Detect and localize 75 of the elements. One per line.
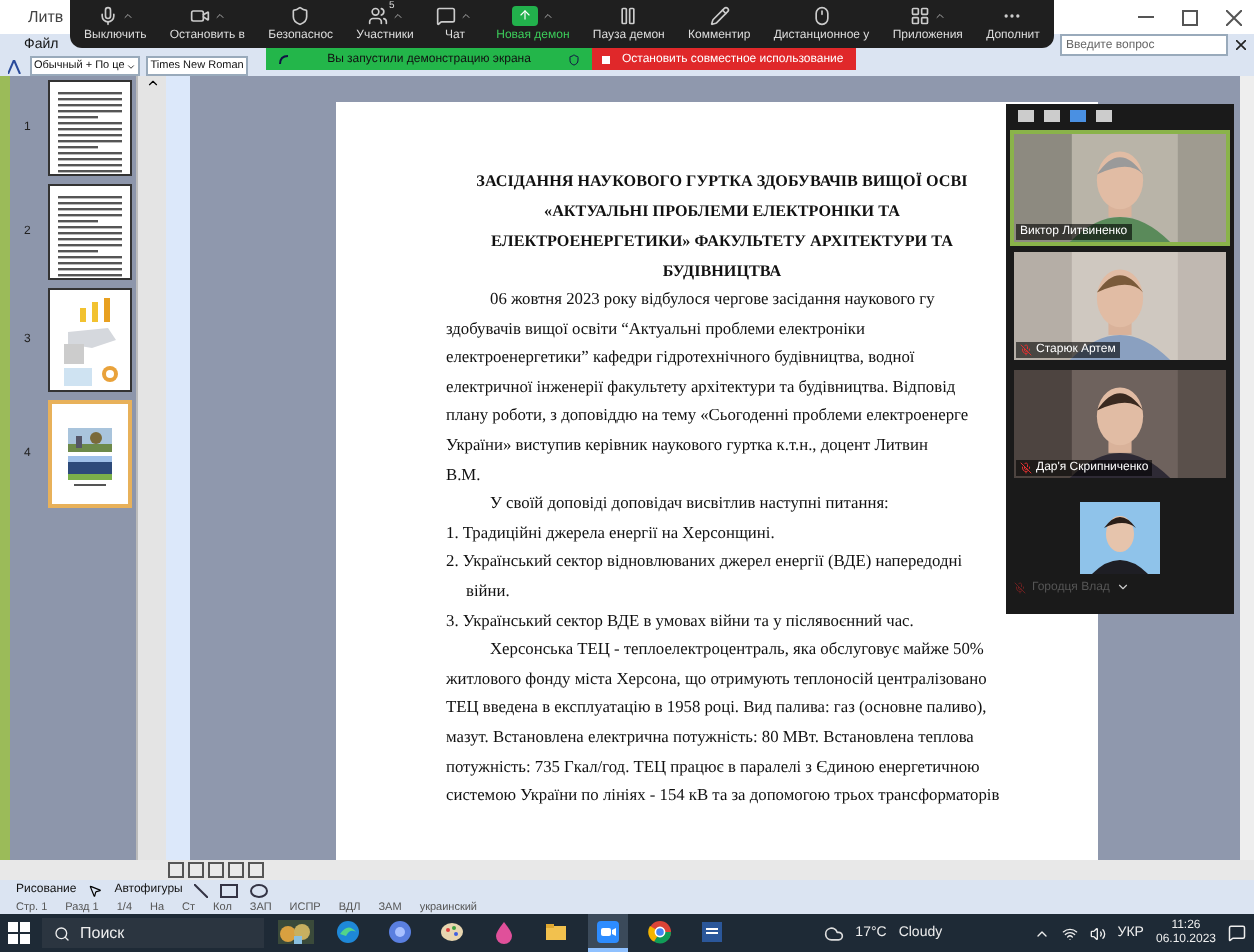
text-line: здобувачів вищої освіти “Актуальні проблеми електроніки: [446, 319, 865, 338]
text-line: житлового фонду міста Херсона, що отримують теплоносій централізовано: [446, 669, 987, 688]
maximize-icon[interactable]: [1182, 9, 1198, 25]
pause-icon: [618, 5, 639, 25]
text-line: 1. Традиційні джерела енергії на Херсонщині.: [446, 523, 775, 542]
caret-icon: [121, 9, 134, 21]
heading-line: ЗАСІДАННЯ НАУКОВОГО ГУРТКА ЗДОБУВАЧІВ ВИЩОЇ ОСВІ: [476, 172, 968, 190]
shield-icon: [568, 53, 580, 65]
caption-line-icon: [74, 483, 106, 487]
wave-logo-icon: [336, 919, 360, 943]
text-line: 2. Український сектор відновлюваних джерел енергії (ВДЕ) напередодні: [446, 552, 963, 571]
text-line: електроенергетики” кафедри гідротехнічного будівництва, водної: [446, 348, 915, 367]
cloud-icon: [823, 923, 844, 943]
scrollbar[interactable]: [1240, 76, 1254, 860]
camera-logo-icon: [596, 919, 620, 943]
page-thumbnail[interactable]: [48, 184, 132, 280]
text-line: 06 жовтня 2023 року відбулося чергове засідання наукового гу: [490, 290, 935, 308]
document-app-icon: [700, 919, 724, 943]
globe-icon: [388, 919, 412, 943]
text-line: В.М.: [446, 465, 481, 484]
heading-line: «АКТУАЛЬНІ ПРОБЛЕМИ ЕЛЕКТРОНІКИ ТА: [544, 202, 900, 220]
search-icon: [54, 925, 70, 941]
shield-icon: [290, 5, 311, 25]
text-line: системою України по лініях - 154 кВ та за допомогою трьох трансформаторів: [446, 786, 1000, 805]
caret-icon: [391, 9, 403, 21]
text-line: 3. Український сектор ВДЕ в умовах війни та у післявоєнний час.: [446, 611, 914, 630]
rectangle-tool-icon[interactable]: [220, 883, 239, 897]
text-line: ТЕЦ введена в експлуатацію в 1958 році. Вид палива: газ (основне паливо),: [446, 698, 987, 717]
styles-icon[interactable]: [8, 59, 24, 73]
search-field[interactable]: Поиск: [42, 918, 264, 948]
chat-bubble-icon: [436, 5, 457, 25]
scrollbar[interactable]: [136, 76, 166, 860]
scroll-up-icon[interactable]: [145, 76, 159, 90]
caret-icon: [460, 9, 473, 21]
windows-logo-icon[interactable]: [8, 922, 30, 944]
page-thumbnail[interactable]: [48, 400, 132, 508]
text-line: Херсонська ТЕЦ - теплоелектроцентраль, яка обслуговує майже 50%: [490, 640, 984, 659]
caret-icon: [213, 9, 226, 21]
people-icon: [367, 5, 387, 25]
microphone-icon: [97, 5, 118, 25]
window-title: Литв: [28, 8, 64, 26]
signal-icon: [278, 53, 290, 65]
grid-icon: [909, 5, 930, 25]
caret-icon: [541, 9, 554, 21]
notification-icon[interactable]: [1228, 924, 1247, 942]
network-icon[interactable]: [1061, 925, 1078, 941]
heading-line: БУДІВНИЦТВА: [662, 262, 782, 280]
line-tool-icon[interactable]: [194, 883, 209, 897]
page-thumbnail[interactable]: [48, 288, 132, 392]
taskbar-app[interactable]: [588, 914, 628, 952]
folder-icon: [544, 919, 568, 943]
pencil-icon: [709, 5, 730, 25]
chevron-down-icon[interactable]: [1115, 580, 1130, 594]
caret-icon: [933, 9, 946, 21]
text-line: України» виступив керівник наукового гуртка к.т.н., доцент Литвин: [446, 435, 928, 454]
arrow-up-icon: [511, 5, 538, 25]
ellipse-tool-icon[interactable]: [250, 883, 269, 897]
drop-icon: [492, 919, 516, 943]
text-line: плану роботи, з доповіддю на тему «Сьогоденні проблеми електроенерге: [446, 406, 969, 425]
text-line: У своїй доповіді доповідач висвітлив наступні питання:: [490, 494, 889, 513]
caret-icon: [126, 61, 137, 71]
volume-icon[interactable]: [1089, 925, 1106, 941]
video-camera-icon: [189, 5, 210, 25]
text-line: війни.: [466, 581, 510, 600]
text-line: потужність: 735 Гкал/год. ТЕЦ працює в паралелі з Єдиною енергетичною: [446, 757, 980, 775]
text-line: електричної інженерії факультету архітектури та будівництва. Відповід: [446, 377, 956, 396]
mouse-icon: [811, 5, 832, 25]
heading-line: ЕЛЕКТРОЕНЕРГЕТИКИ» ФАКУЛЬТЕТУ АРХІТЕКТУРИ ТА: [491, 232, 953, 250]
page-thumbnail[interactable]: [48, 80, 132, 176]
close-icon[interactable]: [1226, 9, 1242, 25]
text-line: мазут. Встановлена електрична потужність: 80 МВт. Встановлена теплова: [446, 727, 974, 746]
browser-logo-icon: [648, 919, 672, 943]
pointer-icon[interactable]: [88, 883, 103, 897]
close-icon[interactable]: [1236, 40, 1246, 50]
palette-icon: [440, 919, 464, 943]
